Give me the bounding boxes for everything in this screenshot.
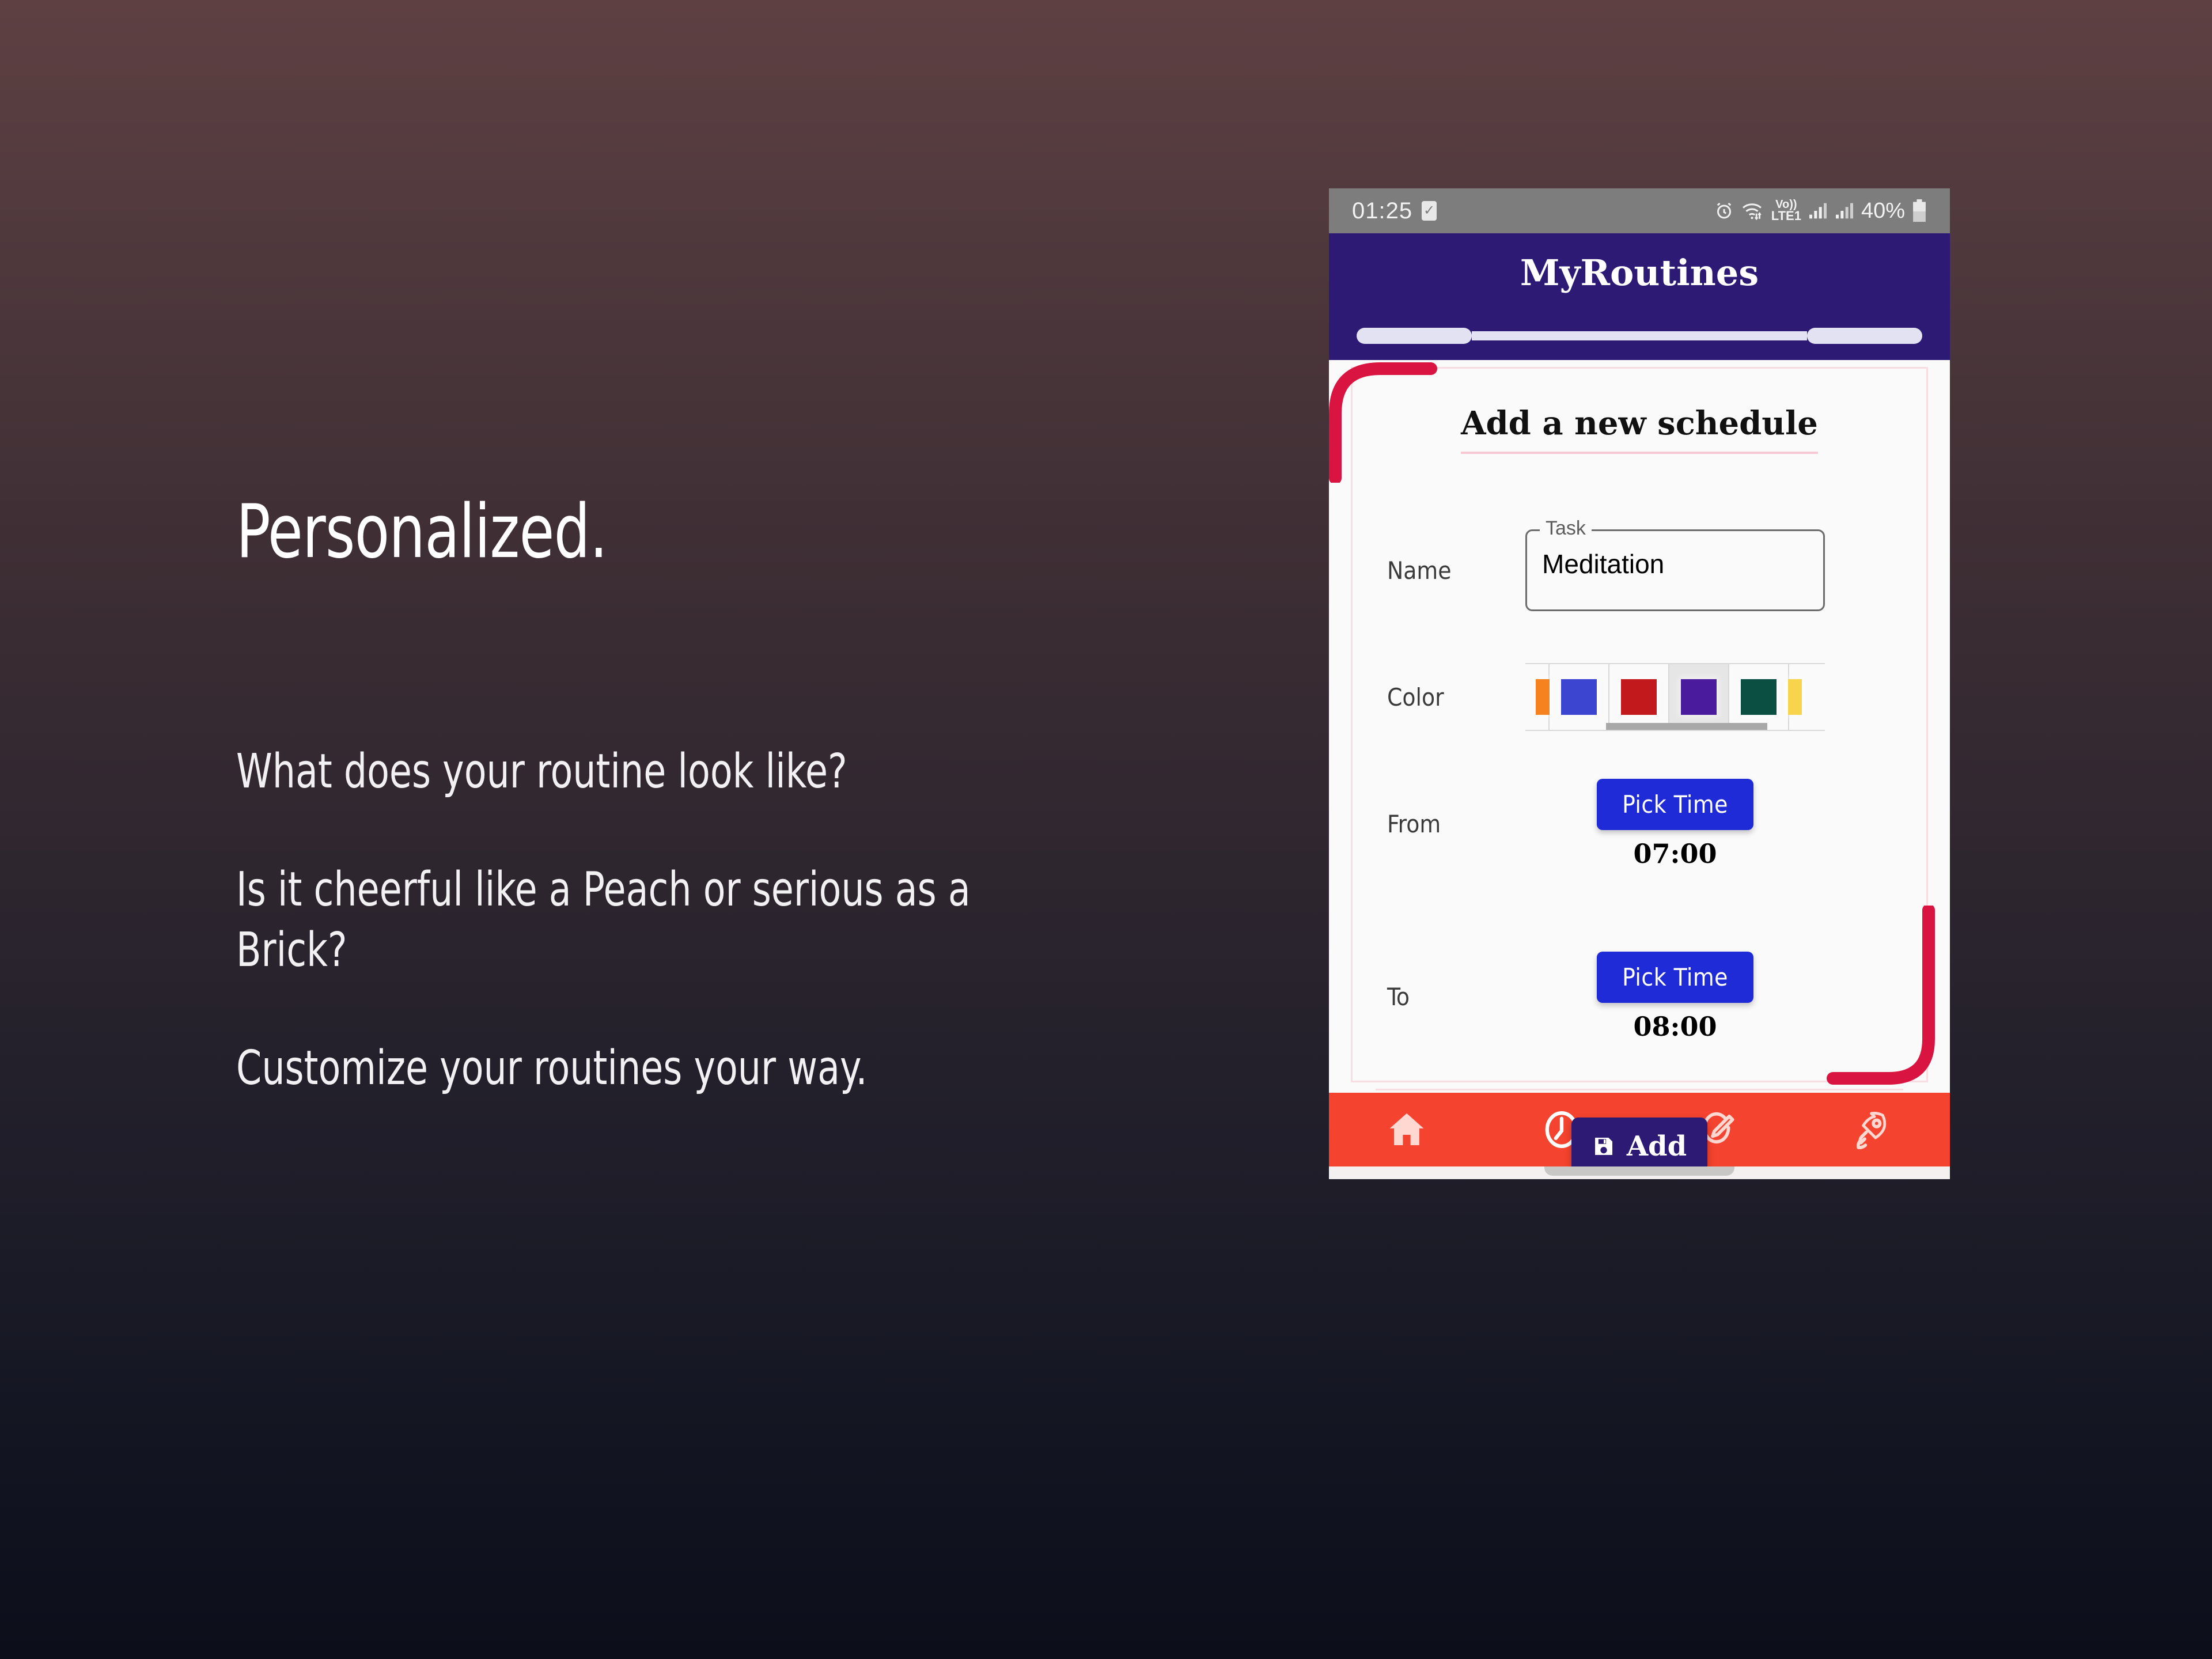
swatch-chip (1561, 679, 1597, 715)
phone-mockup: 01:25 ✓ Vo)) LTE1 40% MyRoutines Add a n… (1329, 188, 1950, 1179)
color-strip-scrollbar[interactable] (1606, 723, 1767, 730)
color-swatch-purple-selected[interactable] (1669, 664, 1729, 730)
color-swatch-blue[interactable] (1550, 664, 1609, 730)
from-pick-time-button[interactable]: Pick Time (1597, 778, 1753, 830)
swatch-chip (1788, 679, 1802, 715)
status-bar: 01:25 ✓ Vo)) LTE1 40% (1329, 188, 1950, 233)
from-row-label: From (1387, 809, 1441, 838)
to-row-label: To (1387, 982, 1410, 1011)
promo-paragraph-2: Is it cheerful like a Peach or serious a… (236, 862, 971, 978)
form-row-color: Color (1353, 657, 1926, 737)
signal-bars-icon (1808, 202, 1828, 219)
card-heading-wrap: Add a new schedule (1353, 404, 1926, 454)
battery-icon (1912, 199, 1927, 222)
task-name-input[interactable]: Task Meditation (1525, 518, 1825, 611)
wifi-icon (1741, 201, 1764, 221)
color-swatch-strip[interactable] (1525, 663, 1825, 731)
promo-panel: Personalized. What does your routine loo… (236, 495, 1135, 1099)
volte-indicator: Vo)) LTE1 (1771, 199, 1801, 222)
status-bar-left: 01:25 ✓ (1352, 198, 1437, 224)
swatch-chip (1621, 679, 1657, 715)
status-clock: 01:25 (1352, 198, 1413, 224)
stepper-track (1472, 331, 1807, 340)
app-screen: Add a new schedule Name Task Meditation … (1329, 360, 1950, 1175)
stepper-knob-left (1357, 328, 1472, 344)
color-swatch-orange[interactable] (1525, 664, 1550, 730)
app-bar: MyRoutines (1329, 233, 1950, 360)
swatch-chip (1536, 679, 1550, 715)
gesture-bar (1329, 1166, 1950, 1179)
progress-stepper[interactable] (1357, 328, 1922, 344)
promo-paragraph-1: What does your routine look like? (236, 744, 847, 799)
signal-bars-icon (1835, 202, 1854, 219)
stepper-knob-right (1807, 328, 1922, 344)
form-row-from: From Pick Time 07:00 (1353, 772, 1926, 876)
card-heading: Add a new schedule (1461, 404, 1818, 454)
form-row-name: Name Task Meditation (1353, 513, 1926, 628)
app-title: MyRoutines (1520, 252, 1759, 294)
page-title: Personalized. (236, 489, 608, 575)
promo-body: What does your routine look like? Is it … (236, 742, 1135, 1099)
name-row-label: Name (1387, 556, 1452, 585)
from-time-value: 07:00 (1633, 838, 1717, 869)
color-swatch-red[interactable] (1609, 664, 1669, 730)
task-field-value: Meditation (1542, 549, 1665, 579)
status-bar-right: Vo)) LTE1 40% (1714, 199, 1927, 224)
to-pick-time-button[interactable]: Pick Time (1597, 951, 1753, 1003)
form-row-to: To Pick Time 08:00 (1353, 945, 1926, 1048)
card-divider (1376, 1089, 1903, 1090)
swatch-chip (1741, 679, 1777, 715)
alarm-icon (1714, 200, 1734, 221)
color-row-label: Color (1387, 683, 1444, 711)
battery-percent-label: 40% (1861, 198, 1905, 223)
from-time-column: Pick Time 07:00 (1525, 778, 1825, 869)
to-time-column: Pick Time 08:00 (1525, 951, 1825, 1042)
task-field-legend: Task (1540, 518, 1592, 538)
add-schedule-card: Add a new schedule Name Task Meditation … (1329, 362, 1935, 1175)
color-swatch-yellow[interactable] (1788, 664, 1811, 730)
promo-paragraph-3: Customize your routines your way. (236, 1040, 868, 1096)
to-time-value: 08:00 (1633, 1010, 1717, 1042)
color-swatch-green[interactable] (1729, 664, 1789, 730)
save-floppy-icon (1592, 1135, 1615, 1158)
swatch-chip (1681, 679, 1717, 715)
checkbox-icon: ✓ (1422, 201, 1437, 221)
volte-label-bottom: LTE1 (1771, 209, 1801, 224)
add-button-label: Add (1626, 1130, 1687, 1162)
